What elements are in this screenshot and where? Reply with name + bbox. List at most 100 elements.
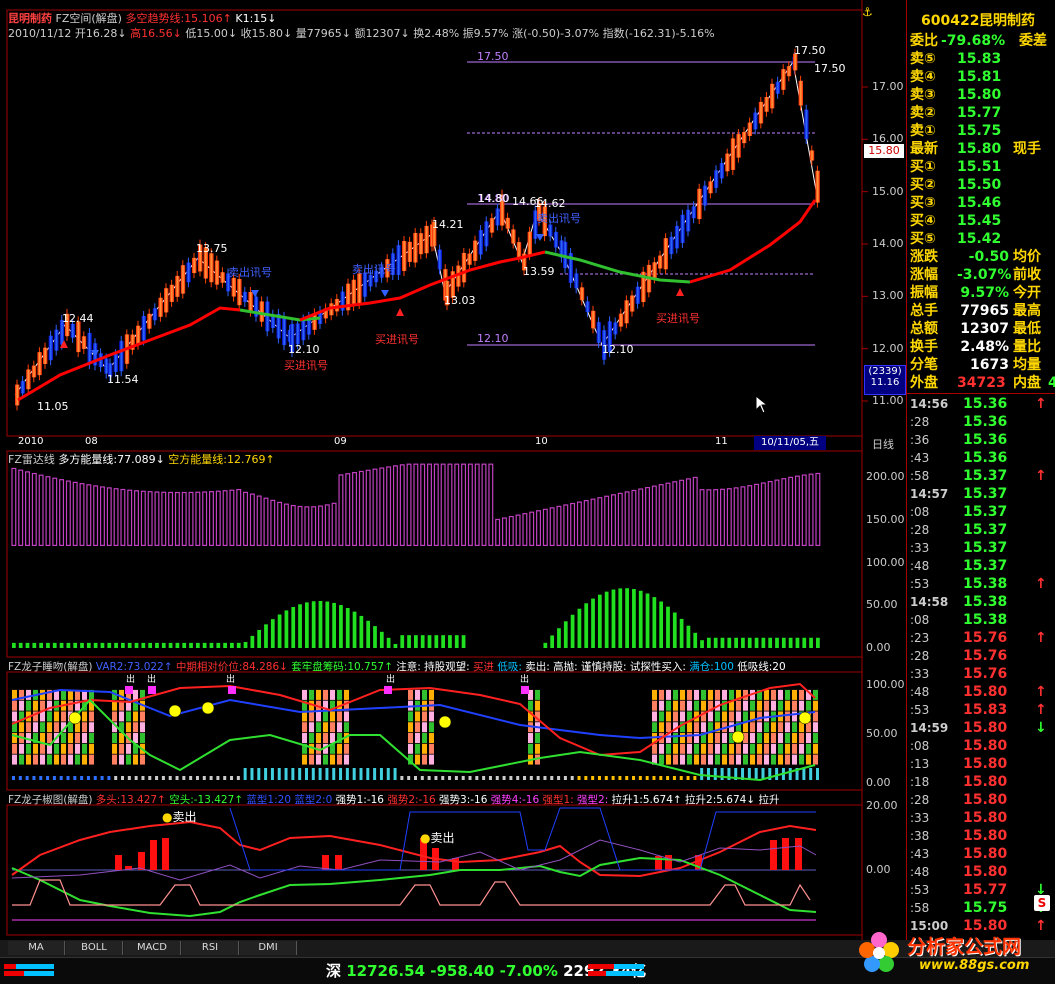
radar-volume-bar [393, 643, 398, 648]
radar-volume-bar [39, 642, 44, 648]
panel4-s3: 强势3:-16 [439, 794, 488, 806]
dragon-block [422, 722, 427, 733]
radar-bar [236, 489, 242, 546]
radar-volume-bar [223, 642, 227, 648]
sell-price: 15.81 [957, 69, 1002, 85]
tick-time: 14:59 [910, 721, 949, 735]
panel2-axis-tick: 100.00 [866, 555, 905, 569]
radar-volume-bar [284, 610, 289, 648]
candle-body [104, 358, 109, 374]
pepper-red-bar [770, 840, 777, 870]
dragon-block [687, 743, 692, 754]
close: 收15.80↓ [240, 27, 293, 40]
radar-volume-bar [168, 642, 173, 648]
dragon-base-mark [52, 776, 56, 780]
s-logo-icon[interactable]: S [1034, 895, 1050, 911]
radar-bar [774, 479, 780, 546]
dragon-block [701, 689, 706, 700]
dragon-base-mark [250, 768, 254, 780]
panel4-r2: 强型2: [577, 794, 609, 806]
tab-boll[interactable]: BOLL [66, 941, 123, 955]
period-label[interactable]: 日线 [872, 436, 894, 452]
panel4-title: FZ龙子椒图(解盘) [8, 794, 93, 806]
panel4-b1: 蓝型1:20 [246, 794, 292, 806]
radar-volume-bar [686, 625, 691, 648]
tick-row: :38 15.80 [907, 827, 1055, 845]
radar-volume-bar [352, 611, 357, 648]
panel3-mark: 出 [226, 675, 236, 685]
dragon-block [408, 722, 413, 733]
dragon-block [785, 722, 790, 733]
tick-price: 15.80 [963, 756, 1008, 772]
dragon-block [785, 700, 790, 711]
tab-ma[interactable]: MA [8, 941, 65, 955]
radar-volume-bar [597, 594, 602, 648]
anchor-icon[interactable]: ⚓ [862, 5, 873, 19]
tab-rsi[interactable]: RSI [182, 941, 239, 955]
dragon-block [806, 754, 811, 765]
tick-price: 15.36 [963, 414, 1008, 430]
radar-bar [188, 491, 194, 547]
tick-time: :33 [910, 811, 930, 825]
dragon-base-mark [86, 776, 90, 780]
dragon-base-mark [59, 776, 63, 780]
volume-box-top: (2339) [868, 366, 902, 377]
candle-body [180, 265, 186, 294]
dragon-block [140, 754, 145, 765]
radar-volume-bar [747, 637, 752, 648]
dragon-base-mark [298, 768, 302, 780]
candle-body [669, 236, 674, 255]
buy-price: 15.45 [957, 213, 1002, 229]
price-axis-tick: 14.00 [872, 236, 904, 250]
dragon-base-mark [141, 776, 145, 780]
low: 低15.00↓ [185, 27, 238, 40]
dragon-base-mark [39, 776, 43, 780]
tick-price: 15.80 [963, 810, 1008, 826]
dragon-bars [11, 682, 819, 782]
radar-volume-bar [100, 642, 105, 648]
radar-volume-bar [632, 589, 636, 648]
candle-body [301, 319, 306, 341]
candle-body [770, 83, 775, 109]
sell-row: 卖② 15.77 [907, 104, 1055, 122]
candle-body [478, 230, 483, 255]
tick-price: 15.36 [963, 450, 1008, 466]
candle-body [169, 284, 174, 302]
dragon-block [54, 743, 59, 754]
dragon-block [673, 733, 678, 744]
tab-dmi[interactable]: DMI [240, 941, 297, 955]
tick-time: :18 [910, 775, 930, 789]
price-axis-tick: 12.00 [872, 341, 904, 355]
radar-bar [168, 491, 174, 546]
radar-bar [38, 474, 44, 546]
panel4-short: 空头:-13.427↑ [169, 794, 244, 806]
dragon-base-mark [488, 776, 492, 780]
dragon-base-mark [523, 776, 527, 780]
dragon-block [799, 743, 804, 754]
tick-time: :58 [910, 901, 930, 915]
dragon-block [736, 711, 741, 722]
dragon-block [813, 733, 818, 744]
dragon-block [61, 743, 66, 754]
buy-triangle-icon [676, 288, 684, 296]
radar-bar [481, 463, 487, 546]
dragon-block [778, 700, 783, 711]
dragon-block [33, 754, 38, 765]
tick-time: 14:58 [910, 595, 949, 609]
peak-label: 13.75 [196, 242, 228, 255]
dragon-block [659, 722, 664, 733]
radar-bar [195, 491, 201, 547]
chart-area[interactable]: 昆明制药 FZ空间(解盘) 多空趋势线:15.106↑ K1:15↓ 2010/… [0, 0, 906, 940]
dragon-block [666, 700, 671, 711]
radar-bar [433, 463, 439, 546]
radar-bar [352, 471, 358, 546]
dragon-block [750, 722, 755, 733]
candle-body [192, 257, 197, 274]
dragon-block [415, 743, 420, 754]
tab-macd[interactable]: MACD [124, 941, 181, 955]
peak-label: 14.62 [534, 197, 566, 210]
dragon-base-mark [672, 776, 676, 780]
candle-body [37, 352, 42, 376]
radar-bar [59, 479, 65, 547]
dragon-block [715, 754, 720, 765]
